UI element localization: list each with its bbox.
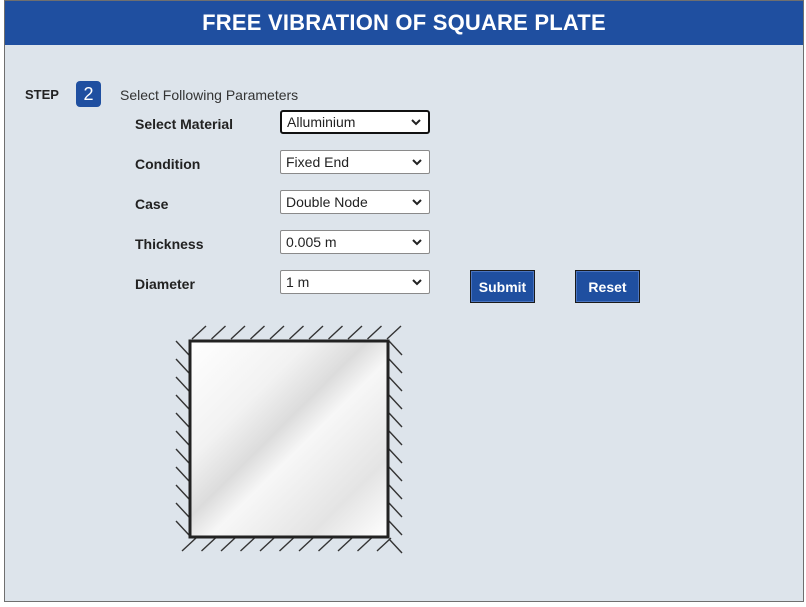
square-plate-diagram xyxy=(175,325,403,554)
material-label: Select Material xyxy=(135,116,234,132)
diameter-select-value: 1 m xyxy=(286,274,310,290)
square-plate xyxy=(188,339,390,539)
material-select[interactable]: Alluminium xyxy=(280,110,430,134)
chevron-down-icon xyxy=(412,159,422,166)
material-select-value: Alluminium xyxy=(287,114,356,130)
case-label: Case xyxy=(135,196,169,212)
chevron-down-icon xyxy=(412,279,422,286)
chevron-down-icon xyxy=(411,119,421,126)
step-label: STEP xyxy=(25,87,59,102)
step-number-badge: 2 xyxy=(76,81,101,107)
reset-button[interactable]: Reset xyxy=(575,270,640,303)
submit-button[interactable]: Submit xyxy=(470,270,535,303)
thickness-label: Thickness xyxy=(135,236,204,252)
chevron-down-icon xyxy=(412,239,422,246)
thickness-select-value: 0.005 m xyxy=(286,234,337,250)
condition-label: Condition xyxy=(135,156,201,172)
app-frame: FREE VIBRATION OF SQUARE PLATE STEP 2 Se… xyxy=(4,0,804,602)
case-select-value: Double Node xyxy=(286,194,368,210)
diameter-label: Diameter xyxy=(135,276,195,292)
step-title: Select Following Parameters xyxy=(120,87,299,103)
diameter-select[interactable]: 1 m xyxy=(280,270,430,294)
case-select[interactable]: Double Node xyxy=(280,190,430,214)
condition-select-value: Fixed End xyxy=(286,154,350,170)
chevron-down-icon xyxy=(412,199,422,206)
thickness-select[interactable]: 0.005 m xyxy=(280,230,430,254)
condition-select[interactable]: Fixed End xyxy=(280,150,430,174)
page-title: FREE VIBRATION OF SQUARE PLATE xyxy=(5,1,803,45)
